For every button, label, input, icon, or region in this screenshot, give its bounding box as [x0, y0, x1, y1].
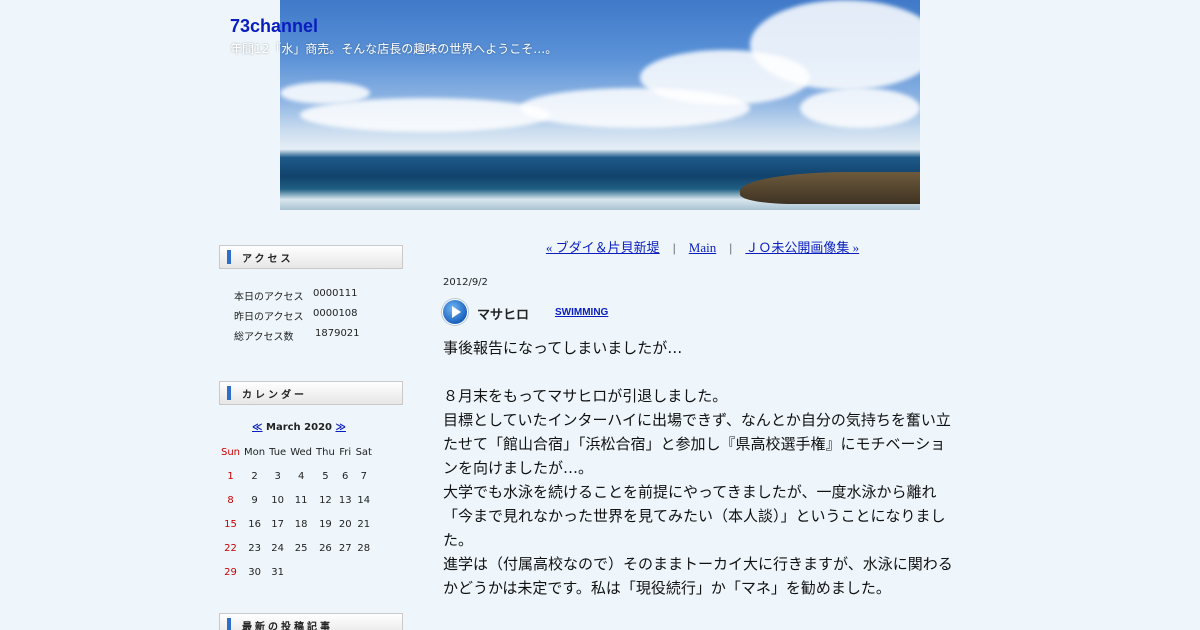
access-row-today: 本日のアクセス 0000111	[234, 288, 358, 303]
calendar-day: 11	[294, 494, 308, 506]
play-icon	[443, 300, 467, 324]
weekday-label: Wed	[290, 446, 313, 458]
calendar-day: 25	[294, 542, 308, 554]
calendar-week-row: 1 2 3 4 5 6 7	[219, 464, 374, 488]
calendar-widget-title: カレンダー	[219, 381, 403, 405]
access-row-yesterday: 昨日のアクセス 0000108	[234, 308, 358, 323]
calendar-day	[354, 560, 374, 584]
calendar-table: Sun Mon Tue Wed Thu Fri Sat 1 2 3 4 5 6 …	[219, 440, 374, 584]
calendar-day: 12	[319, 494, 332, 506]
calendar-day: 18	[294, 518, 308, 530]
calendar-day: 19	[319, 518, 332, 530]
next-post-link[interactable]: ＪＯ未公開画像集 »	[745, 240, 859, 255]
weekday-label: Thu	[316, 446, 335, 458]
header-image	[280, 0, 920, 210]
calendar-day: 13	[338, 494, 352, 506]
calendar-day: 14	[357, 494, 371, 506]
post-category-link[interactable]: SWIMMING	[555, 307, 608, 318]
calendar-day: 27	[338, 542, 352, 554]
prev-post-link[interactable]: « ブダイ＆片貝新堤	[546, 240, 660, 255]
calendar-day: 31	[271, 566, 285, 578]
calendar-header: ≪ March 2020 ≫	[219, 422, 379, 433]
calendar-day	[288, 560, 314, 584]
calendar-day: 5	[322, 470, 329, 482]
calendar-day: 30	[248, 566, 261, 578]
calendar-day: 24	[271, 542, 285, 554]
calendar-day: 1	[227, 470, 234, 482]
post-paragraph: 事後報告になってしまいましたが…	[443, 339, 683, 357]
post-paragraph: 進学は（付属高校なので）そのままトーカイ大に行きますが、水泳に関わるかどうかは未…	[443, 555, 953, 597]
calendar-day: 28	[357, 542, 371, 554]
weekday-label: Sat	[355, 446, 372, 458]
post-date: 2012/9/2	[443, 277, 488, 288]
calendar-next-link[interactable]: ≫	[335, 422, 345, 433]
post-paragraph: 目標としていたインターハイに出場できず、なんとか自分の気持ちを奮い立たせて「館山…	[443, 411, 951, 477]
calendar-weekday-row: Sun Mon Tue Wed Thu Fri Sat	[219, 440, 374, 464]
post-paragraph: ８月末をもってマサヒロが引退しました。	[443, 387, 728, 405]
calendar-day: 15	[224, 518, 237, 530]
calendar-day: 23	[248, 542, 261, 554]
weekday-label: Mon	[244, 446, 266, 458]
calendar-day: 22	[224, 542, 237, 554]
widget-bar-icon	[227, 250, 231, 264]
site-title-link[interactable]: 73channel	[230, 16, 318, 37]
weekday-label: Sun	[221, 446, 241, 458]
calendar-day: 4	[297, 470, 305, 482]
calendar-day: 21	[357, 518, 371, 530]
calendar-week-row: 15 16 17 18 19 20 21	[219, 512, 374, 536]
calendar-week-row: 29 30 31	[219, 560, 374, 584]
calendar-day: 10	[271, 494, 285, 506]
post-navigation: « ブダイ＆片貝新堤 | Main | ＪＯ未公開画像集 »	[440, 237, 965, 256]
calendar-day: 20	[338, 518, 352, 530]
nav-separator: |	[729, 240, 733, 255]
calendar-week-row: 22 23 24 25 26 27 28	[219, 536, 374, 560]
calendar-day: 8	[227, 494, 234, 506]
nav-separator: |	[672, 240, 676, 255]
calendar-day: 7	[360, 470, 367, 482]
post-paragraph: 大学でも水泳を続けることを前提にやってきましたが、一度水泳から離れ「今まで見れな…	[443, 483, 946, 549]
calendar-day: 17	[271, 518, 285, 530]
calendar-day: 3	[274, 470, 281, 482]
post-title: マサヒロ	[477, 308, 530, 323]
widget-bar-icon	[227, 386, 231, 400]
widget-bar-icon	[227, 618, 231, 630]
access-widget-title: アクセス	[219, 245, 403, 269]
calendar-day: 16	[248, 518, 261, 530]
calendar-day	[314, 560, 337, 584]
calendar-day	[337, 560, 354, 584]
calendar-week-row: 8 9 10 11 12 13 14	[219, 488, 374, 512]
calendar-prev-link[interactable]: ≪	[252, 422, 262, 433]
post-blank-line	[443, 360, 958, 384]
calendar-day: 9	[251, 494, 258, 506]
calendar-month: March 2020	[266, 422, 332, 433]
calendar-day: 2	[251, 470, 258, 482]
weekday-label: Tue	[269, 446, 287, 458]
site-tagline: 年間12「水」商売。そんな店長の趣味の世界へようこそ…。	[230, 42, 558, 56]
calendar-day: 29	[224, 566, 237, 578]
access-row-total: 総アクセス数 1879021	[234, 328, 360, 343]
post-body: 事後報告になってしまいましたが… ８月末をもってマサヒロが引退しました。 目標と…	[443, 336, 958, 600]
calendar-day: 26	[319, 542, 332, 554]
main-link[interactable]: Main	[689, 240, 716, 255]
calendar-day: 6	[342, 470, 349, 482]
weekday-label: Fri	[339, 446, 352, 458]
recent-posts-widget-title: 最新の投稿記事	[219, 613, 403, 630]
